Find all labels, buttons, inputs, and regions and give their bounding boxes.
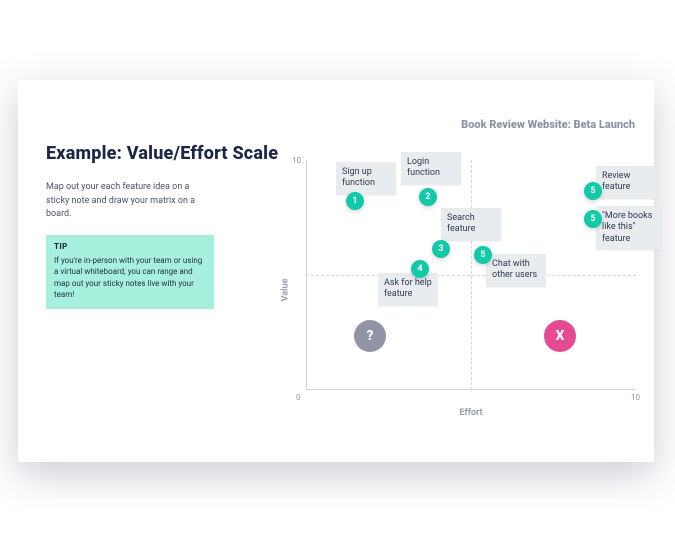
sticky-more-books[interactable]: "More books like this" feature — [596, 206, 662, 250]
tick-y-max: 10 — [292, 156, 301, 165]
sticky-review[interactable]: Review feature — [596, 166, 656, 199]
badge-5a: 5 — [474, 246, 492, 264]
quadrant-x-icon: X — [544, 320, 576, 352]
quadrant-question-icon: ? — [354, 320, 386, 352]
sticky-signup[interactable]: Sign up function — [336, 162, 396, 195]
badge-3: 3 — [432, 240, 450, 258]
axis-label-y: Value — [280, 279, 290, 302]
badge-5c: 5 — [584, 210, 602, 228]
badge-1: 1 — [346, 192, 364, 210]
badge-2: 2 — [419, 188, 437, 206]
tip-label: TIP — [54, 241, 206, 253]
sticky-login[interactable]: Login function — [401, 152, 461, 185]
sticky-ask-help[interactable]: Ask for help feature — [378, 273, 438, 306]
axis-label-x: Effort — [460, 408, 483, 418]
tick-x-max: 10 — [631, 393, 640, 402]
intro-text: Map out your each feature idea on a stic… — [46, 181, 214, 222]
axis-midline-horizontal — [306, 275, 636, 276]
tick-origin: 0 — [296, 393, 301, 402]
badge-4: 4 — [411, 260, 429, 278]
value-effort-chart: 10 0 10 Value Effort Sign up function 1 … — [306, 160, 636, 420]
stage: Book Review Website: Beta Launch Example… — [0, 0, 675, 541]
sticky-chat[interactable]: Chat with other users — [486, 254, 546, 287]
project-subheader: Book Review Website: Beta Launch — [461, 118, 635, 131]
badge-5b: 5 — [584, 182, 602, 200]
sticky-search[interactable]: Search feature — [441, 208, 501, 241]
page-title: Example: Value/Effort Scale — [46, 143, 278, 164]
tip-box: TIP If you're in-person with your team o… — [46, 235, 214, 309]
tip-body: If you're in-person with your team or us… — [54, 255, 206, 301]
